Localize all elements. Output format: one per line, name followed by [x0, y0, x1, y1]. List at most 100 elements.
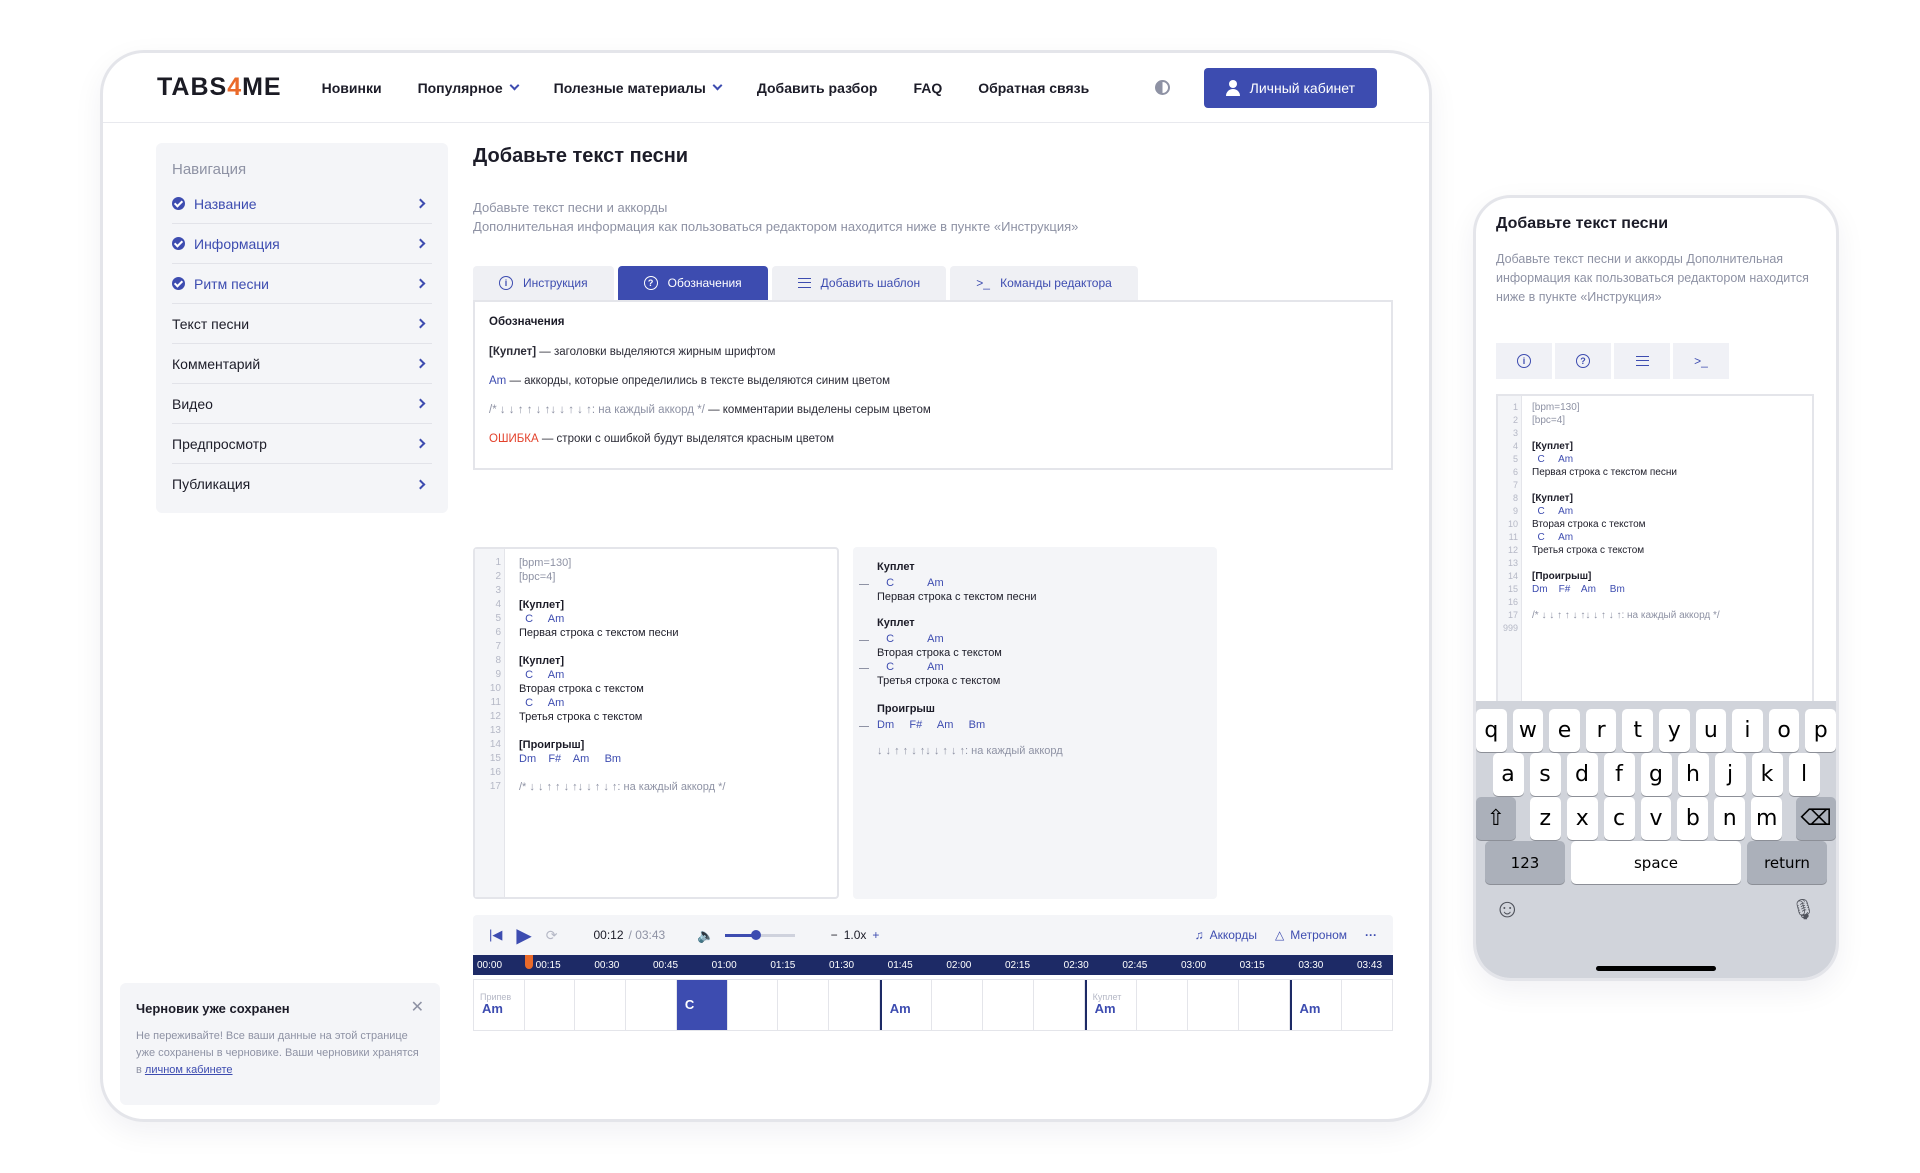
- key-g[interactable]: g: [1640, 753, 1672, 796]
- key-u[interactable]: u: [1695, 709, 1727, 752]
- chord-cell[interactable]: C: [676, 980, 728, 1030]
- key-h[interactable]: h: [1677, 753, 1709, 796]
- tab-add-template[interactable]: Добавить шаблон: [771, 266, 947, 300]
- info-icon: i: [499, 276, 513, 290]
- cabinet-link[interactable]: личном кабинете: [145, 1064, 233, 1076]
- sidebar-item[interactable]: Текст песни: [172, 304, 432, 344]
- chevron-right-icon: [415, 198, 426, 209]
- skip-back-icon[interactable]: |◀: [489, 927, 502, 943]
- chord-cell[interactable]: [728, 980, 779, 1030]
- key-c[interactable]: c: [1603, 797, 1635, 840]
- chord-cell[interactable]: [575, 980, 627, 1030]
- nav-item-new[interactable]: Новинки: [322, 80, 382, 96]
- chord-cell[interactable]: Припев Am: [474, 980, 525, 1030]
- key-v[interactable]: v: [1640, 797, 1672, 840]
- chord-cell[interactable]: [525, 980, 576, 1030]
- key-d[interactable]: d: [1566, 753, 1598, 796]
- metronome-toggle[interactable]: △ Метроном: [1275, 928, 1347, 942]
- key-m[interactable]: m: [1751, 797, 1783, 840]
- key-z[interactable]: z: [1529, 797, 1561, 840]
- numbers-key[interactable]: 123: [1485, 841, 1565, 884]
- volume-knob[interactable]: [751, 929, 762, 940]
- key-p[interactable]: p: [1805, 709, 1836, 752]
- emoji-icon[interactable]: ☺: [1494, 893, 1521, 924]
- code-line: 6 Первая строка с текстом песни: [475, 627, 835, 641]
- chord-cell[interactable]: [932, 980, 984, 1030]
- chord-cell[interactable]: Am: [879, 980, 933, 1030]
- chord-cell[interactable]: Am: [1289, 980, 1343, 1030]
- playhead[interactable]: [525, 955, 533, 969]
- timeline-ruler[interactable]: 00:00 00:15 00:30 00:45 01:00 01:15 01:30 01:45…: [473, 955, 1393, 975]
- key-x[interactable]: x: [1566, 797, 1598, 840]
- home-indicator: [1596, 966, 1716, 971]
- repeat-icon[interactable]: ⟳: [546, 927, 558, 944]
- theme-toggle-icon[interactable]: [1154, 80, 1170, 95]
- chord-cell[interactable]: [1342, 980, 1392, 1030]
- chord-cell[interactable]: [778, 980, 830, 1030]
- mobile-tab-instruction[interactable]: i: [1496, 343, 1552, 379]
- mobile-tab-legend[interactable]: ?: [1555, 343, 1611, 379]
- sidebar-item[interactable]: Предпросмотр: [172, 424, 432, 464]
- sidebar-item[interactable]: Видео: [172, 384, 432, 424]
- sidebar-item[interactable]: Название: [172, 184, 432, 224]
- chord-cell[interactable]: [626, 980, 677, 1030]
- sidebar-item[interactable]: Публикация: [172, 464, 432, 504]
- time-total: / 03:43: [628, 928, 666, 942]
- tab-editor-commands[interactable]: >_ Команды редактора: [950, 266, 1138, 300]
- chord-cell[interactable]: [1188, 980, 1239, 1030]
- key-j[interactable]: j: [1714, 753, 1746, 796]
- volume-icon[interactable]: 🔈: [697, 927, 714, 944]
- chord-cell[interactable]: [983, 980, 1034, 1030]
- mobile-code-editor[interactable]: 1 [bpm=130] 2 [bpc=4] 3 4 [Куплет] 5 C Am 6 Перва…: [1496, 394, 1814, 714]
- key-y[interactable]: y: [1659, 709, 1690, 752]
- key-k[interactable]: k: [1751, 753, 1783, 796]
- tab-instruction[interactable]: i Инструкция: [473, 266, 614, 300]
- key-t[interactable]: t: [1622, 709, 1653, 752]
- chord-cell[interactable]: Куплет Am: [1084, 980, 1138, 1030]
- nav-item-add-breakdown[interactable]: Добавить разбор: [757, 80, 878, 96]
- logo[interactable]: TABS4ME: [157, 73, 282, 102]
- key-n[interactable]: n: [1714, 797, 1746, 840]
- tab-legend[interactable]: ? Обозначения: [617, 266, 768, 300]
- key-a[interactable]: a: [1492, 753, 1524, 796]
- key-s[interactable]: s: [1529, 753, 1561, 796]
- volume-slider[interactable]: [724, 929, 795, 940]
- cabinet-button[interactable]: Личный кабинет: [1203, 67, 1377, 108]
- key-f[interactable]: f: [1603, 753, 1635, 796]
- key-e[interactable]: e: [1549, 709, 1580, 752]
- key-i[interactable]: i: [1732, 709, 1763, 752]
- chord-cell[interactable]: [1137, 980, 1189, 1030]
- play-icon[interactable]: ▶: [516, 923, 531, 948]
- shift-key[interactable]: ⇧: [1476, 797, 1516, 840]
- close-icon[interactable]: ✕: [411, 997, 424, 1017]
- backspace-key[interactable]: ⌫: [1796, 797, 1836, 840]
- chord-cell[interactable]: [829, 980, 880, 1030]
- speed-minus-button[interactable]: −: [831, 928, 838, 942]
- sidebar-item[interactable]: Комментарий: [172, 344, 432, 384]
- speed-plus-button[interactable]: +: [872, 928, 879, 942]
- key-r[interactable]: r: [1585, 709, 1617, 752]
- return-key[interactable]: return: [1747, 841, 1827, 884]
- nav-item-feedback[interactable]: Обратная связь: [978, 80, 1089, 96]
- key-l[interactable]: l: [1788, 753, 1820, 796]
- space-key[interactable]: space: [1571, 841, 1741, 884]
- sidebar-list: Название Информация Ритм песни Текст песни К…: [172, 184, 432, 504]
- mobile-tab-template[interactable]: [1614, 343, 1670, 379]
- key-b[interactable]: b: [1677, 797, 1709, 840]
- nav-item-materials[interactable]: Полезные материалы: [554, 80, 723, 96]
- chord-label: Am: [1094, 1001, 1116, 1016]
- key-w[interactable]: w: [1512, 709, 1544, 752]
- nav-item-faq[interactable]: FAQ: [913, 80, 942, 96]
- key-o[interactable]: o: [1768, 709, 1800, 752]
- more-icon[interactable]: ···: [1365, 928, 1377, 942]
- key-q[interactable]: q: [1476, 709, 1507, 752]
- chords-toggle[interactable]: ♫ Аккорды: [1195, 928, 1257, 942]
- chord-cell[interactable]: [1034, 980, 1085, 1030]
- nav-item-popular[interactable]: Популярное: [418, 80, 520, 96]
- chord-cell[interactable]: [1239, 980, 1290, 1030]
- code-editor[interactable]: 1 [bpm=130] 2 [bpc=4] 3 4 [Куплет] 5 C Am 6 Перва…: [473, 547, 839, 899]
- sidebar-item[interactable]: Ритм песни: [172, 264, 432, 304]
- sidebar-item[interactable]: Информация: [172, 224, 432, 264]
- microphone-icon[interactable]: 🎙: [1791, 897, 1816, 922]
- mobile-tab-commands[interactable]: >_: [1673, 343, 1729, 379]
